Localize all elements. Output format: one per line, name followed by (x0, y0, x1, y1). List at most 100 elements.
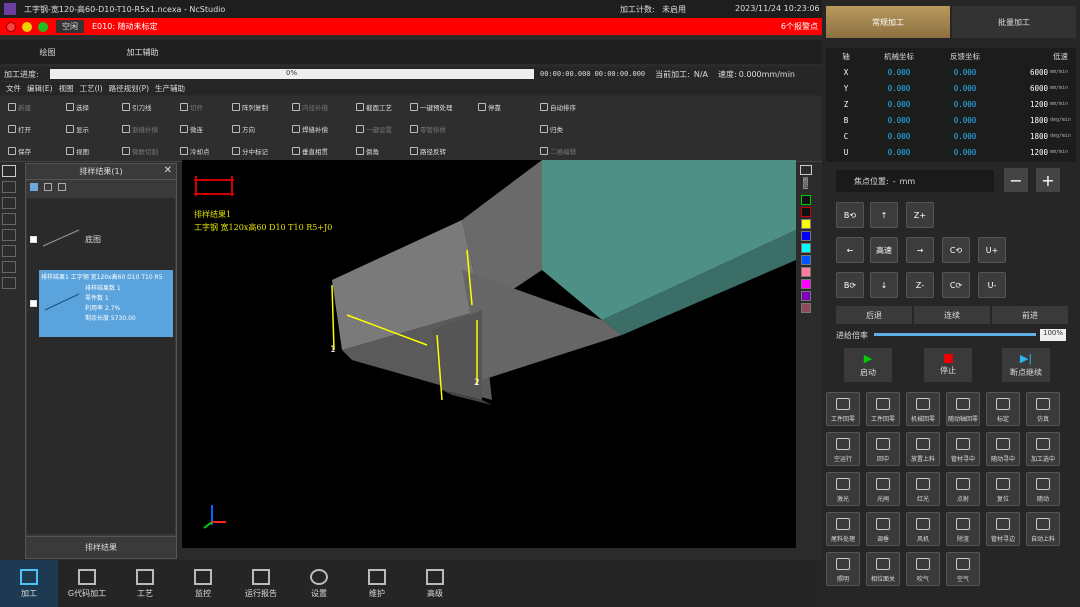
jog-button[interactable]: ↓ (870, 272, 898, 298)
pan-icon[interactable] (2, 181, 16, 193)
function-button[interactable]: 风机 (906, 512, 940, 546)
list-icon[interactable] (44, 183, 52, 191)
snap-icon[interactable] (2, 261, 16, 273)
nav-process[interactable]: 工艺 (116, 560, 174, 607)
axis-speed[interactable]: 6000 (998, 68, 1048, 77)
section-process-button[interactable]: 截面工艺 (356, 102, 392, 112)
nav-maintenance[interactable]: 维护 (348, 560, 406, 607)
function-button[interactable]: 加工选中 (1026, 432, 1060, 466)
forward-button[interactable]: 前进 (992, 306, 1068, 324)
measure-icon[interactable] (2, 245, 16, 257)
zoom-icon[interactable] (2, 213, 16, 225)
crosshair-icon[interactable] (2, 277, 16, 289)
menu-edit[interactable]: 编辑(E) (27, 83, 53, 94)
layer-color-2[interactable] (801, 243, 811, 253)
function-button[interactable]: 标定 (986, 392, 1020, 426)
lead-line-button[interactable]: 引刀线 (122, 102, 152, 112)
layer-color-6[interactable] (801, 291, 811, 301)
nav-gcode[interactable]: G代码加工 (58, 560, 116, 607)
reverse-path-button[interactable]: 路径反转 (410, 146, 446, 156)
function-button[interactable]: 光闸 (866, 472, 900, 506)
jog-button[interactable]: U- (978, 272, 1006, 298)
continuous-button[interactable]: 连续 (914, 306, 990, 324)
select-button[interactable]: 选择 (66, 102, 89, 112)
one-key-preprocess-button[interactable]: 一键预处理 (410, 102, 453, 112)
menu-production[interactable]: 生产辅助 (155, 83, 185, 94)
resume-button[interactable]: ▶| 断点继续 (1002, 348, 1050, 382)
feed-slider[interactable] (874, 333, 1036, 336)
function-button[interactable]: 激光 (826, 472, 860, 506)
menu-path-planning[interactable]: 路径规划(P) (109, 83, 149, 94)
3d-viewport[interactable]: 排样结果1 工字钢 宽120x高60 D10 T10 R5+J0 1 2 (182, 160, 796, 548)
function-button[interactable]: 管材寻中 (946, 432, 980, 466)
layer-hide-toggle[interactable] (801, 207, 811, 217)
mode-batch[interactable]: 批量加工 (952, 6, 1076, 38)
result-checkbox[interactable] (30, 300, 37, 307)
layer-color-5[interactable] (801, 279, 811, 289)
axis-speed[interactable]: 6000 (998, 84, 1048, 93)
chamfer-button[interactable]: 倒角 (356, 146, 379, 156)
back-button[interactable]: 后退 (836, 306, 912, 324)
center-mark-button[interactable]: 分中标记 (232, 146, 268, 156)
open-button[interactable]: 打开 (8, 124, 31, 134)
function-button[interactable]: 自动上料 (1026, 512, 1060, 546)
pointer-icon[interactable] (2, 165, 16, 177)
base-map-checkbox[interactable] (30, 236, 37, 243)
function-button[interactable]: 工件回零 (826, 392, 860, 426)
layer-color-3[interactable] (801, 255, 811, 265)
array-copy-button[interactable]: 阵列复制 (232, 102, 268, 112)
micro-joint-button[interactable]: 微连 (180, 124, 203, 134)
function-button[interactable]: 照明 (826, 552, 860, 586)
function-button[interactable]: 仿真 (1026, 392, 1060, 426)
jog-button[interactable]: C⟲ (942, 237, 970, 263)
nav-machining[interactable]: 加工 (0, 560, 58, 607)
menu-file[interactable]: 文件 (6, 83, 21, 94)
layer-visible-toggle[interactable] (801, 195, 811, 205)
alarm-bar[interactable]: 空闲 E010: 随动未标定 6个报警点 (0, 18, 822, 35)
close-icon[interactable]: ✕ (164, 165, 172, 176)
function-button[interactable]: 除渣 (946, 512, 980, 546)
function-button[interactable]: 随动轴回零 (946, 392, 980, 426)
axis-speed[interactable]: 1200 (998, 148, 1048, 157)
2d-edit-button[interactable]: 二维编辑 (540, 146, 576, 156)
cooling-point-button[interactable]: 冷却点 (180, 146, 210, 156)
axis-speed[interactable]: 1200 (998, 100, 1048, 109)
tab-drawing[interactable]: 绘图 (0, 40, 95, 64)
layers-icon[interactable] (800, 165, 812, 175)
tab-machining-assist[interactable]: 加工辅助 (95, 40, 190, 64)
auto-sort-button[interactable]: 自动排序 (540, 102, 576, 112)
park-button[interactable]: 停靠 (478, 102, 501, 112)
save-button[interactable]: 保存 (8, 146, 31, 156)
nav-monitor[interactable]: 监控 (174, 560, 232, 607)
nav-advanced[interactable]: 高级 (406, 560, 464, 607)
jog-button[interactable]: B⟲ (836, 202, 864, 228)
function-button[interactable]: 调垂 (866, 512, 900, 546)
jog-button[interactable]: Z- (906, 272, 934, 298)
focus-plus-button[interactable]: + (1036, 168, 1060, 192)
jog-button[interactable]: 高速 (870, 237, 898, 263)
view-button[interactable]: 视图 (66, 146, 89, 156)
jog-button[interactable]: C⟳ (942, 272, 970, 298)
classify-button[interactable]: 归类 (540, 124, 563, 134)
function-button[interactable]: 随动寻中 (986, 432, 1020, 466)
layer-color-7[interactable] (801, 303, 811, 313)
axis-speed[interactable]: 1800 (998, 132, 1048, 141)
jog-button[interactable]: B⟳ (836, 272, 864, 298)
display-button[interactable]: 显示 (66, 124, 89, 134)
rotate-icon[interactable] (2, 229, 16, 241)
micro-cut-button[interactable]: 微联切割 (122, 146, 158, 156)
zoom-fit-icon[interactable] (2, 197, 16, 209)
focus-minus-button[interactable]: − (1004, 168, 1028, 192)
start-button[interactable]: ▶ 启动 (844, 348, 892, 382)
kerf-comp-button[interactable]: 割缝补偿 (122, 124, 158, 134)
function-button[interactable]: 吹气 (906, 552, 940, 586)
weld-comp-button[interactable]: 焊缝补偿 (292, 124, 328, 134)
function-button[interactable]: 放置上料 (906, 432, 940, 466)
layer-color-4[interactable] (801, 267, 811, 277)
feed-value[interactable]: 100% (1040, 329, 1066, 341)
function-button[interactable]: 点射 (946, 472, 980, 506)
new-button[interactable]: 新建 (8, 102, 31, 112)
layer-color-0[interactable] (801, 219, 811, 229)
menu-view[interactable]: 视图 (59, 83, 74, 94)
filter-icon[interactable] (58, 183, 66, 191)
